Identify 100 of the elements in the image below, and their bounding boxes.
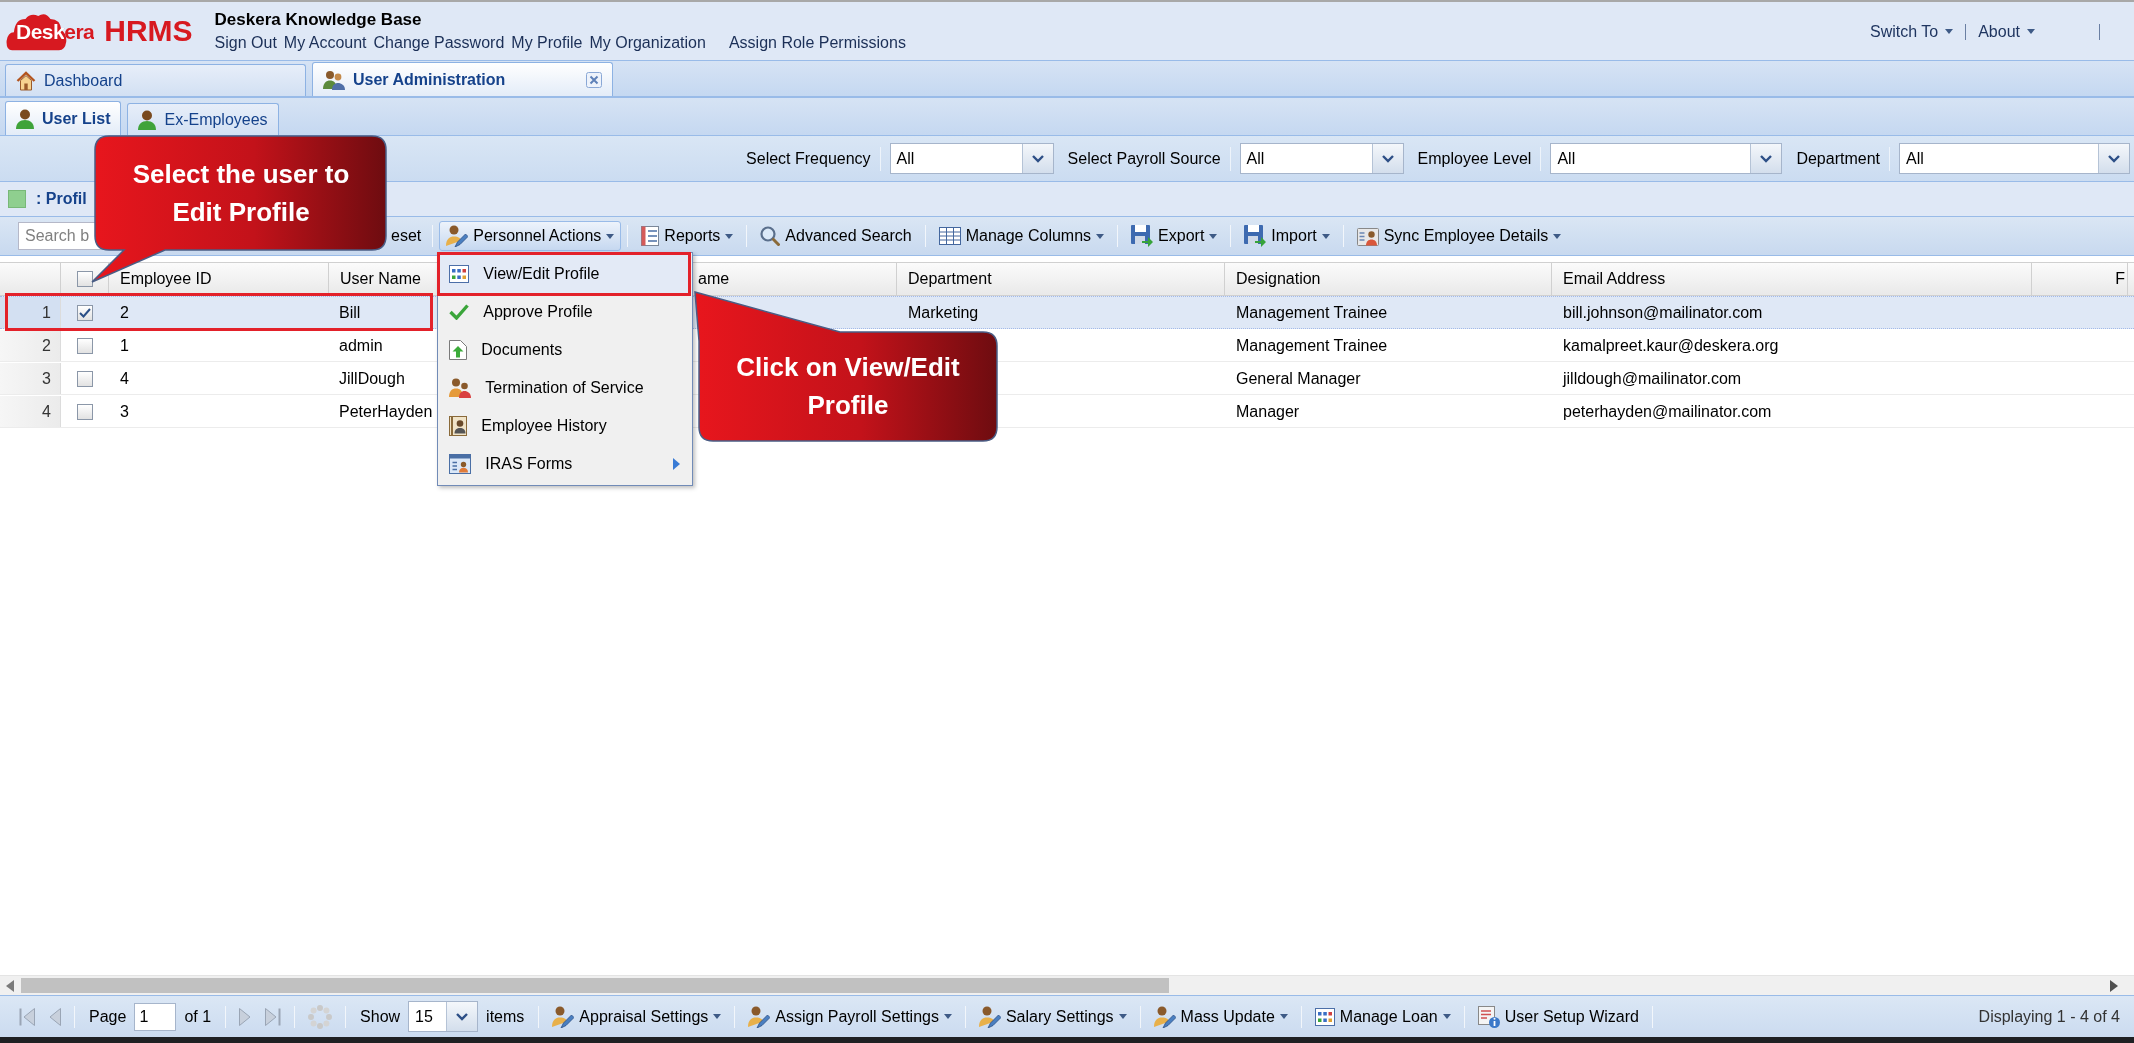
table-cell: Manager xyxy=(1236,401,1300,422)
id-card-icon xyxy=(449,416,468,436)
header-menu[interactable]: About xyxy=(1978,22,2035,42)
checkbox[interactable] xyxy=(77,304,93,321)
header-link[interactable]: Sign Out xyxy=(214,33,277,53)
column-header[interactable]: Department xyxy=(897,263,1225,295)
select-field[interactable]: All xyxy=(1239,143,1404,174)
toolbar-button[interactable]: Export xyxy=(1124,221,1225,251)
toolbar-button[interactable]: Manage Columns xyxy=(931,221,1112,251)
document-upload-icon xyxy=(449,340,468,360)
chevron-down-icon xyxy=(1381,154,1394,163)
check-icon xyxy=(449,304,470,320)
caret-down-icon xyxy=(1945,29,1954,35)
table-cell: bill.johnson@mailinator.com xyxy=(1563,302,1763,323)
table-cell: 4 xyxy=(120,368,129,389)
table-cell: Bill xyxy=(339,302,361,323)
toolbar-button[interactable]: Advanced Search xyxy=(753,221,919,251)
filter-label: Select Frequency xyxy=(746,148,871,169)
product-name: HRMS xyxy=(104,16,193,46)
tab[interactable]: User List xyxy=(5,101,122,135)
search-icon xyxy=(760,226,781,246)
toolbar-button[interactable]: User Setup Wizard xyxy=(1470,1001,1646,1032)
first-page-icon xyxy=(19,1007,35,1026)
grid-icon xyxy=(449,265,470,283)
checkbox[interactable] xyxy=(77,403,93,420)
person-pencil-icon xyxy=(1153,1005,1176,1028)
menu-item[interactable]: Approve Profile xyxy=(440,293,691,331)
spinner-icon xyxy=(308,1004,333,1029)
person-icon xyxy=(138,109,157,130)
filter-label: Employee Level xyxy=(1417,148,1532,169)
table-cell: General Manager xyxy=(1236,368,1361,389)
toolbar-button[interactable]: Sync Employee Details xyxy=(1349,221,1569,251)
select-field[interactable]: All xyxy=(1550,143,1783,174)
chevron-down-icon xyxy=(1760,154,1773,163)
chevron-down-icon xyxy=(2108,154,2120,163)
header-link[interactable]: My Organization xyxy=(589,33,706,53)
people-icon xyxy=(323,69,345,90)
checkbox[interactable] xyxy=(76,271,93,287)
people-icon xyxy=(449,378,472,398)
table-icon xyxy=(938,227,961,245)
select-field[interactable]: All xyxy=(1899,143,2130,174)
row-number: 1 xyxy=(0,297,61,328)
table-cell: 2 xyxy=(120,302,129,323)
checkbox[interactable] xyxy=(77,337,93,354)
document-icon xyxy=(641,226,660,246)
page-field[interactable]: 1 xyxy=(134,1002,177,1031)
header-menu[interactable]: Switch To xyxy=(1870,22,1954,42)
dropdown-button[interactable] xyxy=(1371,144,1403,173)
column-header[interactable]: Designation xyxy=(1225,263,1552,295)
menu-item[interactable]: IRAS Forms xyxy=(440,445,691,483)
chevron-down-icon xyxy=(456,1012,469,1021)
house-icon xyxy=(16,70,36,91)
table-cell: Management Trainee xyxy=(1236,302,1388,323)
pager-label: of 1 xyxy=(184,1006,212,1027)
select-field[interactable]: All xyxy=(889,143,1054,174)
person-icon xyxy=(16,108,34,129)
toolbar-button[interactable]: Salary Settings xyxy=(971,1001,1134,1032)
table-cell: kamalpreet.kaur@deskera.org xyxy=(1563,335,1779,356)
last-page-icon xyxy=(265,1007,282,1026)
paging-status: Displaying 1 - 4 of 4 xyxy=(1978,1006,2120,1027)
toolbar-button[interactable]: Manage Loan xyxy=(1307,1001,1458,1032)
column-header[interactable]: Email Address xyxy=(1552,263,2032,295)
scrollbar-thumb[interactable] xyxy=(21,978,1169,993)
table-cell: 3 xyxy=(120,401,129,422)
page-size-field[interactable]: 15 xyxy=(408,1001,479,1032)
form-icon xyxy=(449,454,472,474)
square-icon xyxy=(8,190,26,208)
grid-icon xyxy=(1314,1007,1335,1026)
toolbar-button[interactable]: Assign Payroll Settings xyxy=(741,1001,959,1032)
checkbox[interactable] xyxy=(77,370,93,387)
toolbar-button[interactable]: Import xyxy=(1237,221,1337,251)
dropdown-button[interactable] xyxy=(446,1002,478,1031)
header-link[interactable]: Assign Role Permissions xyxy=(728,33,906,53)
header-link[interactable]: My Profile xyxy=(511,33,583,53)
row-number: 3 xyxy=(0,363,61,394)
column-header[interactable]: F xyxy=(2032,263,2128,295)
previous-page-icon xyxy=(49,1007,61,1026)
dropdown-button[interactable] xyxy=(1750,144,1782,173)
horizontal-scrollbar[interactable] xyxy=(0,975,2134,995)
caret-down-icon xyxy=(2027,29,2035,35)
scroll-left-icon xyxy=(6,979,14,992)
reset-button[interactable]: eset xyxy=(386,221,427,251)
person-pencil-icon xyxy=(552,1005,575,1028)
row-number: 4 xyxy=(0,396,61,427)
dropdown-button[interactable] xyxy=(1021,144,1053,173)
header-link[interactable]: My Account xyxy=(283,33,367,53)
dropdown-button[interactable] xyxy=(2098,144,2129,173)
menu-item[interactable]: View/Edit Profile xyxy=(440,255,691,293)
tab[interactable]: Dashboard xyxy=(5,64,306,96)
tab[interactable]: User Administration xyxy=(312,62,613,96)
tab[interactable]: Ex-Employees xyxy=(127,103,279,135)
person-pencil-icon xyxy=(748,1005,771,1028)
table-cell: 1 xyxy=(120,335,129,356)
header-link[interactable]: Change Password xyxy=(373,33,505,53)
table-cell: JillDough xyxy=(339,368,405,389)
toolbar-button[interactable]: Reports xyxy=(634,221,741,251)
filter-label: Select Payroll Source xyxy=(1067,148,1221,169)
toolbar-button[interactable]: Appraisal Settings xyxy=(545,1001,729,1032)
toolbar-button[interactable]: Mass Update xyxy=(1146,1001,1295,1032)
toolbar-button[interactable]: Personnel Actions xyxy=(439,221,622,251)
